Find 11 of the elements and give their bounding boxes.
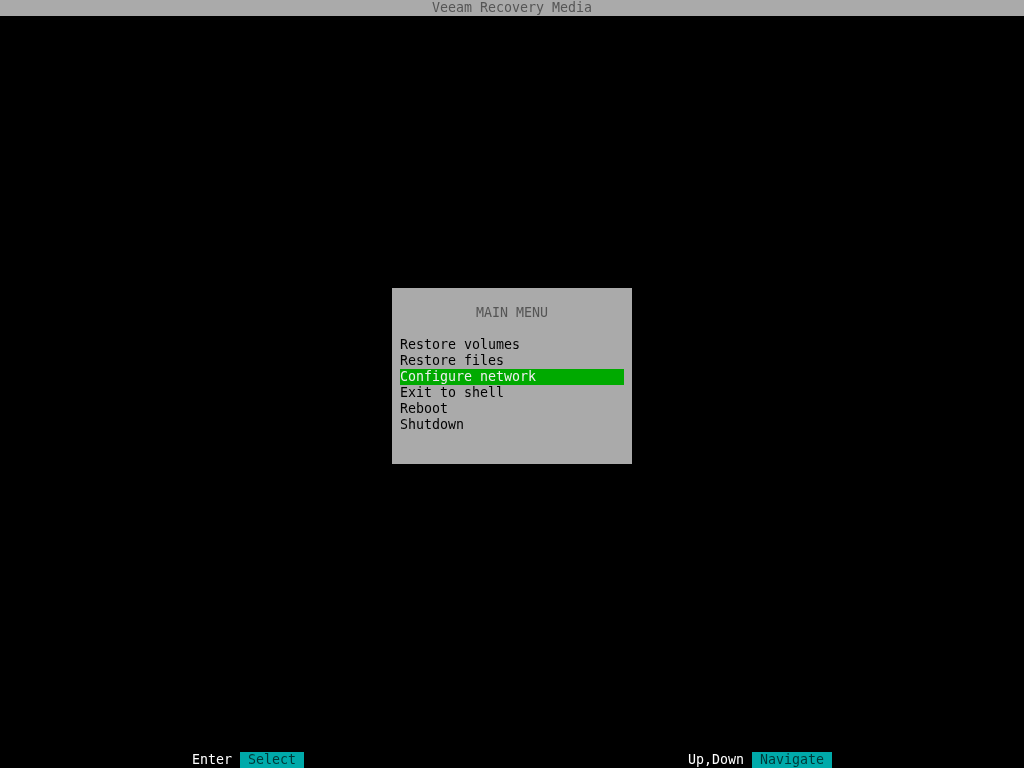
menu-item[interactable]: Shutdown bbox=[400, 417, 624, 433]
menu-item[interactable]: Reboot bbox=[400, 401, 624, 417]
key-label: Enter bbox=[192, 752, 233, 768]
key-label: Up,Down bbox=[687, 752, 744, 768]
window-title: Veeam Recovery Media bbox=[431, 0, 593, 16]
menu-item[interactable]: Restore files bbox=[400, 353, 624, 369]
menu-title: MAIN MENU bbox=[475, 305, 549, 321]
action-label: Select bbox=[240, 752, 305, 768]
menu-item[interactable]: Exit to shell bbox=[400, 385, 624, 401]
menu-item[interactable]: Restore volumes bbox=[400, 337, 624, 353]
action-label: Navigate bbox=[751, 752, 832, 768]
